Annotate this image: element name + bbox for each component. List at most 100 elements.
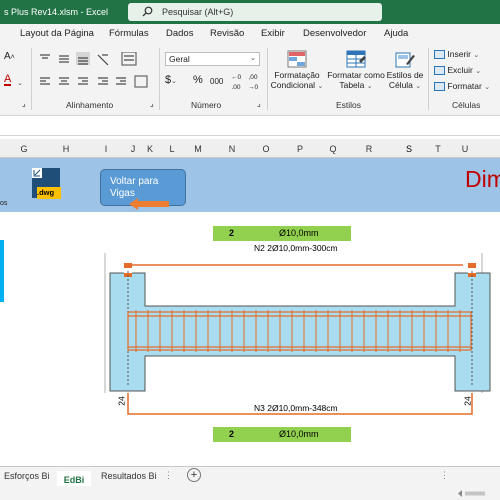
font-color-icon[interactable]: A [4,74,12,86]
conditional-formatting-button[interactable]: Formatação Condicional ⌄ [270,50,324,92]
top-rebar-summary: 2 Ø10,0mm [213,226,351,241]
column-header-j[interactable]: J [131,144,136,154]
tab-view[interactable]: Exibir [261,28,285,39]
column-header-g[interactable]: G [20,144,27,154]
column-header-n[interactable]: N [229,144,236,154]
insert-cells-icon [434,50,445,60]
beam-drawing [104,253,491,415]
column-header-p[interactable]: P [297,144,303,154]
number-format-value: Geral [169,54,190,64]
back-to-beams-label-1: Voltar para [110,176,159,187]
number-format-select[interactable]: Geral ⌄ [165,52,260,66]
tab-separator-right: ⋮ [440,470,449,480]
search-box[interactable]: Pesquisar (Alt+G) [128,3,382,21]
delete-cells-icon [434,66,445,76]
alignment-icons[interactable] [38,52,148,94]
conditional-formatting-label-2: Condicional [270,80,316,90]
title-bar: s Plus Rev14.xlsm - Excel Pesquisar (Alt… [0,0,500,24]
currency-format-icon[interactable]: $⌄ [165,75,177,87]
column-header-r[interactable]: R [366,144,373,154]
tab-developer[interactable]: Desenvolvedor [303,28,366,39]
format-as-table-label-1: Formatar como [327,70,385,80]
back-to-beams-button[interactable]: Voltar para Vigas [100,169,186,210]
format-as-table-label-2: Tabela [339,80,365,90]
cell-styles-button[interactable]: Estilos de Célula ⌄ [386,50,424,92]
column-header-i[interactable]: I [105,144,108,154]
font-size-grow-icon[interactable]: A˄ [4,52,15,63]
conditional-formatting-icon [287,50,307,68]
document-title: s Plus Rev14.xlsm - Excel [4,7,109,17]
comma-style-button[interactable]: 000 [210,77,223,87]
column-header-s[interactable]: S [406,144,412,154]
sheet-tab-resultados-bi[interactable]: Resultados Bi [101,471,157,481]
add-sheet-icon[interactable]: + [187,468,201,482]
search-placeholder: Pesquisar (Alt+G) [162,7,234,17]
ribbon: A˄ A ⌄ ⌟ Alinhamento ⌟ Geral ⌄ $⌄ % 000 … [0,44,500,116]
column-header-o[interactable]: O [262,144,269,154]
sheet-tab-esforcos-bi[interactable]: Esforços Bi [4,471,50,481]
group-separator [267,48,268,110]
n2-rebar-label: N2 2Ø10,0mm-300cm [254,243,338,253]
font-color-dropdown-icon[interactable]: ⌄ [17,77,23,89]
n3-rebar-label: N3 2Ø10,0mm-348cm [254,403,338,413]
delete-label: Excluir [447,65,473,75]
number-dialog-launcher-icon[interactable]: ⌟ [257,99,261,109]
tab-data[interactable]: Dados [166,28,193,39]
worksheet[interactable]: .dwg os Voltar para Vigas Dim 2 Ø10,0mm … [0,158,500,466]
decrease-decimal-button[interactable]: ,00 →0 [246,73,260,93]
format-as-table-icon [346,50,366,68]
insert-button[interactable]: Inserir ⌄ [434,49,500,61]
bottom-rebar-diameter: Ø10,0mm [279,429,319,439]
cell-styles-label-1: Estilos de [386,70,424,80]
beam-section [109,272,491,392]
column-header-l[interactable]: L [169,144,174,154]
bottom-rebar-count: 2 [229,429,235,439]
dim-heading: Dim [465,166,500,192]
bottom-rebar-summary: 2 Ø10,0mm [213,427,351,442]
cell-styles-icon [395,52,415,68]
insert-label: Inserir [447,49,471,59]
right-hook-dimension: 24 [462,396,473,406]
conditional-formatting-label-1: Formatação [274,70,320,80]
format-as-table-button[interactable]: Formatar como Tabela ⌄ [325,50,387,92]
column-header-k[interactable]: K [147,144,153,154]
alignment-group-label: Alinhamento [66,100,114,110]
column-header-q[interactable]: Q [329,144,336,154]
percent-style-button[interactable]: % [193,75,203,86]
increase-decimal-button[interactable]: ←0 .00 [229,73,243,93]
status-bar [0,486,500,500]
cell-highlight [0,240,4,302]
formula-bar[interactable] [0,116,500,136]
column-header-h[interactable]: H [63,144,70,154]
delete-button[interactable]: Excluir ⌄ [434,65,500,77]
search-icon [142,6,153,17]
column-header-t[interactable]: T [435,144,441,154]
dwg-icon-text: .dwg [37,188,55,197]
header-band [0,158,500,212]
tab-page-layout[interactable]: Layout da Página [20,28,94,39]
sheet-tabs: Esforços Bi EdBi Resultados Bi ⋮ + ⋮ [0,466,500,490]
format-button[interactable]: Formatar ⌄ [434,81,500,93]
tab-help[interactable]: Ajuda [384,28,408,39]
group-separator [428,48,429,110]
group-separator [159,48,160,110]
tab-separator: ⋮ [164,470,173,480]
top-rebar-count: 2 [229,228,235,238]
styles-group-label: Estilos [336,100,362,110]
top-rebar-diameter: Ø10,0mm [279,228,319,238]
group-separator [31,48,32,110]
dwg-file-icon[interactable] [31,167,63,203]
column-header-u[interactable]: U [462,144,469,154]
cell-styles-label-2: Célula [388,80,413,90]
number-group-label: Número [191,100,222,110]
cells-group-label: Células [452,100,481,110]
horizontal-scrollbar[interactable] [458,490,496,497]
dwg-caption: os [0,200,8,207]
font-dialog-launcher-icon[interactable]: ⌟ [22,99,26,109]
column-header-m[interactable]: M [194,144,202,154]
left-hook-dimension: 24 [116,396,127,406]
tab-review[interactable]: Revisão [210,28,244,39]
alignment-dialog-launcher-icon[interactable]: ⌟ [150,99,154,109]
ribbon-tabs: Layout da Página Fórmulas Dados Revisão … [0,24,500,44]
tab-formulas[interactable]: Fórmulas [109,28,149,39]
